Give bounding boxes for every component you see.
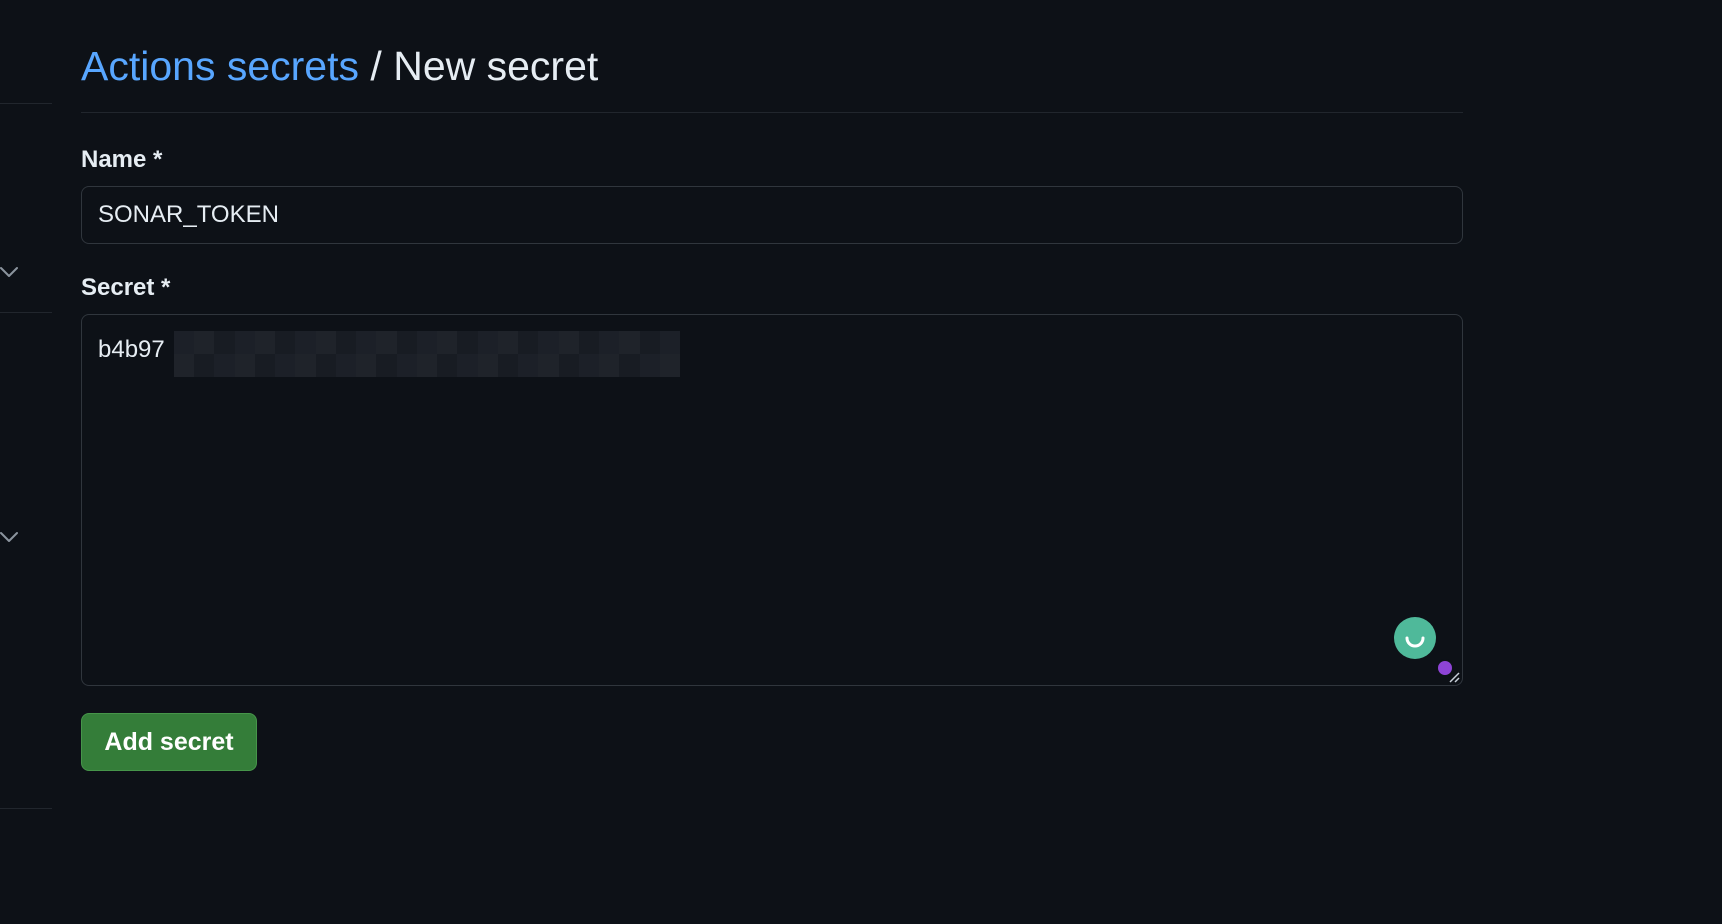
resize-grip-icon[interactable] [1446,669,1460,683]
chevron-down-icon[interactable] [0,262,20,282]
sidebar-divider [0,808,52,809]
sidebar-divider [0,103,52,104]
header-divider [81,112,1463,113]
redacted-secret-block [174,331,680,377]
breadcrumb-actions-secrets-link[interactable]: Actions secrets [81,43,359,89]
secret-value: b4b97 [98,336,165,363]
name-label: Name * [81,146,163,173]
page-title: Actions secrets / New secret [81,38,598,94]
breadcrumb-current: New secret [393,43,599,89]
page: Actions secrets / New secret Name * Secr… [0,0,1722,924]
breadcrumb-separator: / [370,43,382,89]
chevron-down-icon[interactable] [0,527,20,547]
secret-textarea[interactable]: b4b97 [81,314,1463,686]
add-secret-button[interactable]: Add secret [81,713,257,771]
secret-label: Secret * [81,274,171,301]
grammar-assistant-icon[interactable] [1394,617,1436,659]
name-input[interactable] [81,186,1463,244]
sidebar-divider [0,312,52,313]
